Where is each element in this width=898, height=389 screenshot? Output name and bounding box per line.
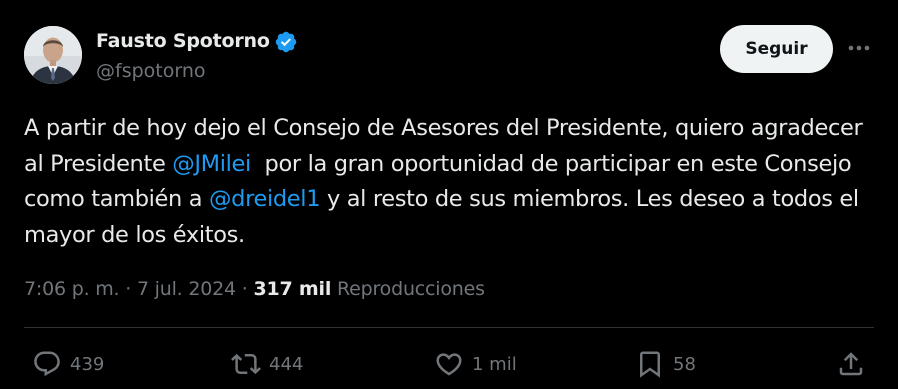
repost-button[interactable]: 444 <box>231 345 303 383</box>
repost-count: 444 <box>269 353 304 375</box>
separator: · <box>119 278 137 300</box>
author-name[interactable]: Fausto Spotorno <box>96 30 270 52</box>
avatar[interactable] <box>24 26 82 84</box>
view-count: 317 mil <box>253 278 332 300</box>
bookmark-icon <box>640 351 660 378</box>
mention-link[interactable]: @dreidel1 <box>209 186 321 212</box>
views-label: Reproducciones <box>331 278 485 300</box>
reply-count: 439 <box>70 353 105 375</box>
bookmark-button[interactable]: 58 <box>635 345 696 383</box>
verified-badge-icon <box>275 31 297 53</box>
like-count: 1 mil <box>472 353 517 375</box>
avatar-photo <box>24 26 82 84</box>
author-handle[interactable]: @fspotorno <box>96 60 206 82</box>
mention-link[interactable]: @JMilei <box>172 151 251 177</box>
repost-icon <box>231 353 261 375</box>
more-options-icon[interactable] <box>846 38 872 58</box>
reply-button[interactable]: 439 <box>32 345 104 383</box>
heart-icon <box>436 353 462 376</box>
separator: · <box>235 278 254 300</box>
tweet-time[interactable]: 7:06 p. m. <box>24 278 120 300</box>
bookmark-count: 58 <box>673 353 696 375</box>
like-button[interactable]: 1 mil <box>434 345 517 383</box>
tweet-date[interactable]: 7 jul. 2024 <box>137 278 236 300</box>
share-icon <box>839 352 863 376</box>
share-button[interactable] <box>836 345 866 383</box>
follow-button[interactable]: Seguir <box>720 25 833 73</box>
divider <box>24 327 874 328</box>
tweet-meta: 7:06 p. m. · 7 jul. 2024 · 317 mil Repro… <box>24 278 485 300</box>
reply-icon <box>34 351 60 377</box>
tweet-text: A partir de hoy dejo el Consejo de Aseso… <box>24 111 874 253</box>
